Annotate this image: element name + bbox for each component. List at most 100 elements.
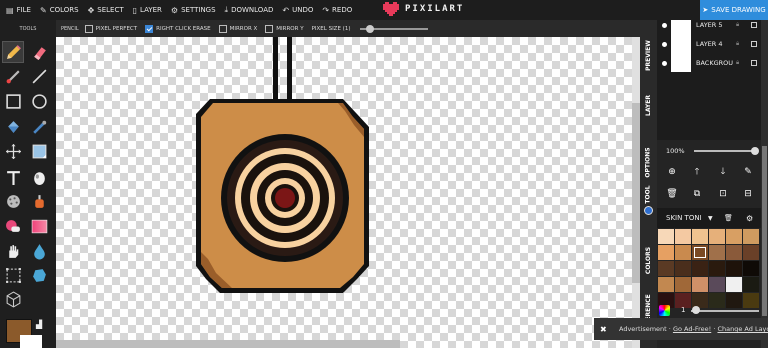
layer-select-checkbox[interactable] [751, 22, 757, 28]
close-icon[interactable]: ✖ [600, 325, 607, 334]
color-swatch[interactable] [726, 245, 742, 260]
layer-row[interactable]: LAYER 5 🔒︎ [657, 16, 761, 34]
circle-tool[interactable] [28, 90, 50, 112]
erase-shape-tool[interactable] [2, 215, 24, 237]
secondary-color-swatch[interactable] [20, 335, 42, 348]
color-swatch[interactable] [726, 261, 742, 276]
rectangle-tool[interactable] [2, 90, 24, 112]
color-swatch[interactable] [743, 277, 759, 292]
opacity-slider-knob[interactable] [751, 147, 759, 155]
mirror-x-option[interactable]: MIRROR X [218, 24, 257, 33]
marquee-tool[interactable] [2, 264, 24, 286]
lock-icon[interactable]: 🔒︎ [736, 59, 739, 67]
layer-visibility-dot[interactable] [662, 60, 667, 66]
palette-selector[interactable]: SKIN TONI ▼ 🗑︎ ⚙ [657, 208, 761, 228]
right-panel-scrollbar-thumb[interactable] [762, 146, 767, 316]
move-layer-up-button[interactable]: 🡑 [691, 166, 703, 178]
vertical-scrollbar[interactable] [632, 37, 640, 348]
drawing-canvas[interactable] [56, 37, 632, 348]
layer-visibility-dot[interactable] [662, 41, 667, 47]
water-drop-tool[interactable] [28, 240, 50, 262]
dither-tool[interactable] [28, 166, 50, 188]
color-swatch[interactable] [709, 245, 725, 260]
color-swatch[interactable] [726, 229, 742, 244]
tab-preview[interactable]: PREVIEW [640, 30, 657, 80]
color-swatch[interactable] [675, 229, 691, 244]
color-wheel-icon[interactable] [659, 304, 670, 316]
layer-row[interactable]: BACKGROU 🔒︎ [657, 54, 761, 72]
pixilart-logo[interactable]: PIXILART [383, 1, 464, 17]
select-tool[interactable] [28, 140, 50, 162]
color-swatch[interactable] [726, 277, 742, 292]
vertical-scrollbar-thumb[interactable] [632, 103, 640, 283]
color-swatch[interactable] [709, 229, 725, 244]
change-ad-layout-link[interactable]: Change Ad Layout [717, 325, 768, 333]
pixel-perfect-option[interactable]: PIXEL PERFECT [84, 24, 137, 33]
color-swatch[interactable] [709, 261, 725, 276]
lasso-tool[interactable] [28, 264, 50, 286]
color-swatch[interactable] [743, 229, 759, 244]
layer-visibility-dot[interactable] [662, 22, 667, 28]
layer-select-checkbox[interactable] [751, 60, 757, 66]
text-tool[interactable] [2, 166, 24, 188]
menu-download[interactable]: ⤓ DOWNLOAD [225, 5, 274, 15]
pixel-size-slider[interactable] [360, 24, 429, 33]
swap-colors-icon[interactable]: ▟ [36, 320, 42, 329]
menu-redo[interactable]: ↷ REDO [322, 6, 352, 15]
brush-size-slider[interactable] [691, 310, 759, 312]
color-swatch[interactable] [709, 277, 725, 292]
color-swatch[interactable] [658, 261, 674, 276]
mirror-x-checkbox[interactable] [218, 24, 227, 33]
color-swatch[interactable] [658, 277, 674, 292]
line-tool[interactable] [28, 65, 50, 87]
pattern-tool[interactable] [2, 190, 24, 212]
gear-icon[interactable]: ⚙ [746, 214, 753, 223]
color-swatch[interactable] [658, 229, 674, 244]
layer-row[interactable]: LAYER 4 🔒︎ [657, 35, 761, 53]
mirror-y-checkbox[interactable] [265, 24, 274, 33]
merge-down-button[interactable]: ⊟ [742, 188, 754, 200]
color-swatch[interactable] [743, 261, 759, 276]
lock-icon[interactable]: 🔒︎ [736, 40, 739, 48]
color-swatch[interactable] [675, 245, 691, 260]
fill-tool[interactable] [2, 116, 24, 138]
go-ad-free-link[interactable]: Go Ad-Free! [673, 325, 711, 333]
menu-settings[interactable]: ⚙ SETTINGS [171, 6, 216, 15]
mirror-y-option[interactable]: MIRROR Y [265, 24, 304, 33]
color-swatch[interactable] [692, 229, 708, 244]
3d-tool[interactable] [2, 288, 24, 310]
color-swatch[interactable] [692, 277, 708, 292]
color-swatch[interactable] [692, 245, 708, 260]
color-swatch[interactable] [743, 245, 759, 260]
eraser-tool[interactable] [28, 41, 50, 63]
menu-select[interactable]: ✥ SELECT [88, 6, 124, 15]
move-layer-down-button[interactable]: 🡓 [717, 166, 729, 178]
color-swatch[interactable] [658, 245, 674, 260]
right-click-erase-checkbox[interactable] [145, 24, 154, 33]
horizontal-scrollbar[interactable] [56, 340, 400, 348]
color-swatch[interactable] [675, 261, 691, 276]
lock-icon[interactable]: 🔒︎ [736, 21, 739, 29]
tab-colors[interactable]: COLORS [640, 230, 657, 290]
merge-up-button[interactable]: ⊡ [717, 188, 729, 200]
pencil-tool[interactable] [2, 41, 24, 63]
right-panel-scrollbar[interactable] [761, 20, 768, 348]
menu-colors[interactable]: ✎ COLORS [40, 6, 79, 15]
menu-file[interactable]: ▤ FILE [6, 6, 31, 15]
delete-layer-button[interactable]: 🗑︎ [666, 188, 678, 200]
color-swatch[interactable] [675, 277, 691, 292]
shade-tool[interactable] [28, 190, 50, 212]
duplicate-layer-button[interactable]: ⧉ [691, 188, 703, 200]
tab-tool[interactable]: TOOL [640, 180, 657, 208]
right-click-erase-option[interactable]: RIGHT CLICK ERASE [145, 24, 211, 33]
brush-size-slider-knob[interactable] [692, 306, 700, 314]
hand-tool[interactable] [2, 240, 24, 262]
move-tool[interactable] [2, 140, 24, 162]
tab-layer[interactable]: LAYER [640, 82, 657, 128]
add-layer-button[interactable]: ⊕ [666, 166, 678, 178]
edit-layer-button[interactable]: ✎ [742, 166, 754, 178]
opacity-slider[interactable] [694, 150, 752, 152]
pixel-perfect-checkbox[interactable] [84, 24, 93, 33]
trash-icon[interactable]: 🗑︎ [724, 214, 733, 222]
brush-tool[interactable] [2, 65, 24, 87]
